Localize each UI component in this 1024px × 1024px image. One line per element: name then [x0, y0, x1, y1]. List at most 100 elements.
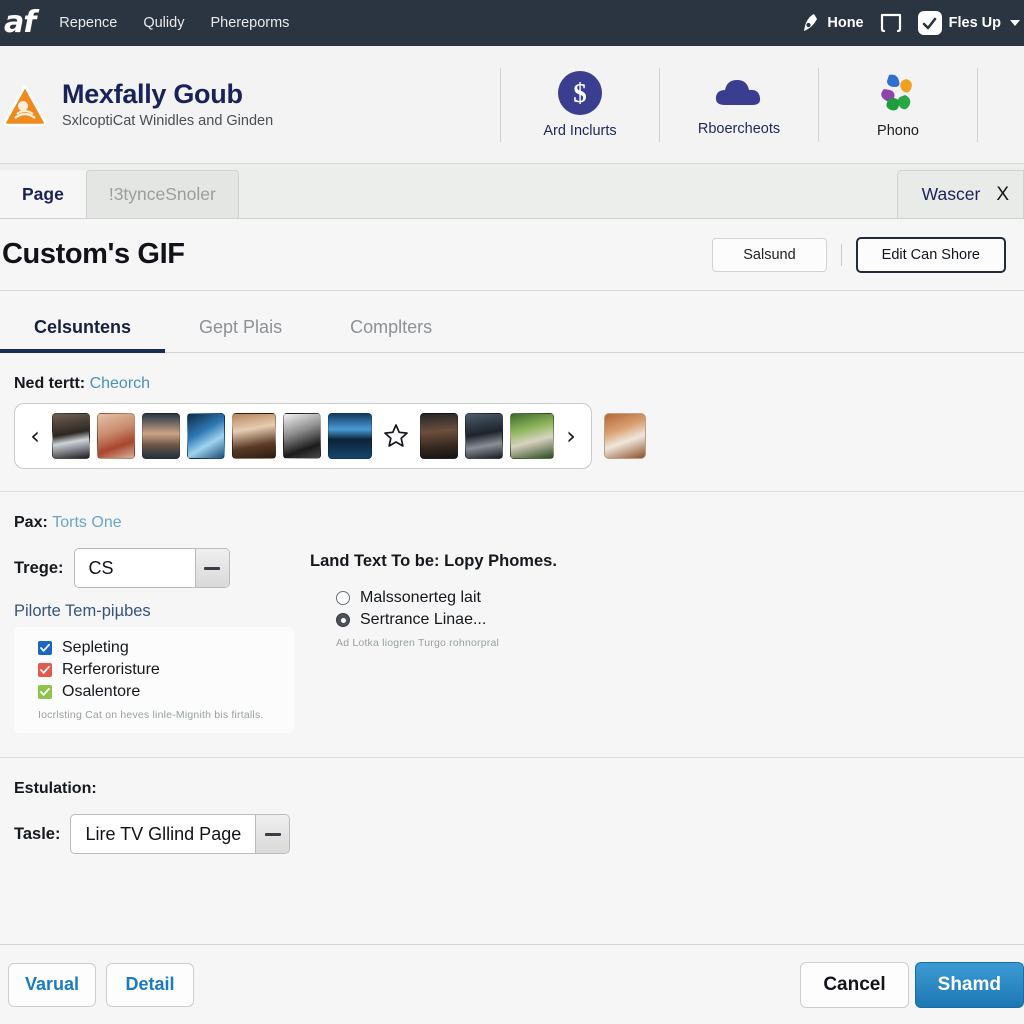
content-tab-celsuntens[interactable]: Celsuntens	[0, 317, 166, 353]
frame-icon[interactable]	[880, 13, 902, 33]
warning-triangle-icon	[2, 82, 48, 128]
brand-text-block: Mexfally Goub SxlcoptiCat Winidles and G…	[62, 79, 274, 129]
content-tab-label: Complters	[350, 317, 433, 337]
radio-label: Malssonerteg lait	[360, 589, 481, 606]
window-tab-strip: Page !3tynceSnoler Wascer X	[0, 164, 1024, 219]
checkbox-group: Sepleting Rerferoristure Osalentore Iocr…	[14, 627, 294, 733]
cloud-icon	[715, 80, 761, 105]
chevron-right-icon[interactable]: ›	[561, 424, 581, 448]
divider	[977, 68, 978, 142]
thumb-portrait-dark[interactable]	[420, 413, 458, 459]
radio-group: Malssonerteg lait Sertrance Linae... Ad …	[310, 587, 557, 649]
pax-label-row: Pax: Torts One	[14, 492, 1010, 542]
trege-label: Trege:	[14, 558, 64, 577]
content-tab-label: Gept Plais	[199, 317, 283, 337]
trege-select-value: CS	[88, 557, 114, 578]
thumb-landscape-lake[interactable]	[328, 413, 372, 459]
tasle-select[interactable]: Lire TV Gllind Page	[70, 814, 291, 854]
tab-page[interactable]: Page	[0, 170, 86, 218]
nav-item-repence[interactable]: Repence	[59, 15, 117, 31]
tab-wascer[interactable]: Wascer X	[896, 170, 1024, 218]
app-logo[interactable]: af	[0, 8, 45, 38]
ribbon-icon	[804, 14, 818, 31]
chevron-down-icon	[194, 549, 229, 587]
edit-can-shore-button[interactable]: Edit Can Shore	[855, 236, 1006, 273]
trege-select[interactable]: CS	[73, 548, 230, 588]
checkbox-row-sepleting[interactable]: Sepleting	[38, 637, 282, 659]
brand-app-shortcuts: $ Ard Inclurts Rboercheots Phono	[500, 46, 978, 164]
tab-label: !3tynceSnoler	[108, 184, 216, 204]
chevron-down-icon	[255, 815, 290, 853]
nav-item-phereporms[interactable]: Phereporms	[210, 15, 289, 31]
radio-row-sertrance[interactable]: Sertrance Linae...	[336, 609, 557, 631]
brand-title: Mexfally Goub	[62, 79, 243, 110]
trege-field: Trege: CS	[14, 542, 294, 594]
cancel-button[interactable]: Cancel	[800, 961, 909, 1008]
content-tab-bar: Celsuntens Gept Plais Complters	[0, 291, 1024, 353]
star-outline-icon[interactable]	[379, 423, 413, 449]
varual-button[interactable]: Varual	[8, 962, 97, 1007]
files-up-dropdown[interactable]: Fles Up	[917, 11, 1020, 35]
tasle-select-value: Lire TV Gllind Page	[85, 823, 242, 844]
content-tab-complters[interactable]: Complters	[316, 317, 466, 352]
thumb-portrait-shadow[interactable]	[465, 413, 503, 459]
divider	[840, 243, 842, 266]
home-label: Hone	[827, 15, 864, 31]
thumb-portrait-suit[interactable]	[52, 413, 90, 459]
close-icon[interactable]: X	[996, 184, 1009, 206]
checkbox-label: Sepleting	[62, 639, 129, 656]
top-navbar: af Repence Qulidy Phereporms Hone Fles U…	[0, 0, 1024, 46]
carousel-section-label: Ned tertt: Cheorch	[14, 353, 1010, 403]
radio-label: Sertrance Linae...	[360, 611, 487, 628]
thumb-portrait-smile[interactable]	[97, 413, 135, 459]
thumb-bw-photo[interactable]	[283, 413, 321, 459]
content-tab-label: Celsuntens	[34, 317, 132, 337]
page-actions: Salsund Edit Can Shore	[712, 236, 1006, 273]
estulation-heading: Estulation:	[14, 780, 97, 797]
pax-right-column: Land Text To be: Lopy Phomes. Malssonert…	[310, 542, 557, 649]
nav-item-qulidy[interactable]: Qulidy	[143, 15, 184, 31]
home-button[interactable]: Hone	[802, 13, 864, 33]
app-shortcut-rboercheots[interactable]: Rboercheots	[660, 73, 818, 137]
land-text-heading: Land Text To be: Lopy Phomes.	[310, 552, 557, 570]
pilorte-templates-link[interactable]: Pilorte Tem-piµbes	[14, 594, 294, 627]
content-tab-gept-plais[interactable]: Gept Plais	[165, 317, 316, 352]
checkbox-error-icon	[38, 663, 52, 677]
tasle-field: Tasle: Lire TV Gllind Page	[14, 808, 1010, 860]
dollar-circle-icon: $	[558, 71, 602, 115]
brand-identity: Mexfally Goub SxlcoptiCat Winidles and G…	[0, 79, 274, 129]
top-navbar-right: Hone Fles Up	[802, 0, 1020, 46]
app-shortcut-label: Phono	[877, 123, 919, 139]
brand-subtitle: SxlcoptiCat Winidles and Ginden	[62, 112, 274, 129]
carousel-label-text: Ned tertt:	[14, 375, 86, 392]
thumb-garden-green[interactable]	[510, 413, 554, 459]
radio-selected-icon	[336, 613, 350, 627]
pax-columns: Trege: CS Pilorte Tem-piµbes Sepleting R…	[14, 542, 1010, 733]
pinwheel-icon	[881, 74, 912, 111]
brand-header: Mexfally Goub SxlcoptiCat Winidles and G…	[0, 46, 1024, 164]
pax-link[interactable]: Torts One	[52, 514, 121, 531]
radio-row-malssonerteg[interactable]: Malssonerteg lait	[336, 587, 557, 609]
thumb-orange-hands[interactable]	[604, 413, 646, 459]
thumb-portrait-hair[interactable]	[232, 413, 276, 459]
tab-label: Wascer	[921, 184, 981, 204]
checkbox-row-osalentore[interactable]: Osalentore	[38, 681, 282, 703]
carousel-link[interactable]: Cheorch	[90, 375, 150, 392]
files-up-label: Fles Up	[948, 15, 1001, 31]
app-shortcut-phono[interactable]: Phono	[819, 71, 977, 139]
checkbox-row-rerferoristure[interactable]: Rerferoristure	[38, 659, 282, 681]
thumb-portrait-man[interactable]	[142, 413, 180, 459]
app-shortcut-label: Rboercheots	[697, 121, 781, 137]
estulation-section: Estulation: Tasle: Lire TV Gllind Page	[0, 758, 1024, 860]
tab-tyncesnoler[interactable]: !3tynceSnoler	[85, 170, 239, 218]
thumb-blue-scene[interactable]	[187, 413, 225, 459]
checkbox-checked-icon	[38, 641, 52, 655]
app-shortcut-ard-inclurts[interactable]: $ Ard Inclurts	[501, 71, 659, 139]
salsund-button[interactable]: Salsund	[712, 237, 827, 272]
pax-label: Pax:	[14, 514, 48, 531]
detail-button[interactable]: Detail	[106, 962, 195, 1007]
checkbox-label: Rerferoristure	[62, 661, 160, 678]
shamd-submit-button[interactable]: Shamd	[914, 961, 1024, 1008]
tab-label: Page	[22, 183, 64, 204]
chevron-left-icon[interactable]: ‹	[25, 424, 45, 448]
